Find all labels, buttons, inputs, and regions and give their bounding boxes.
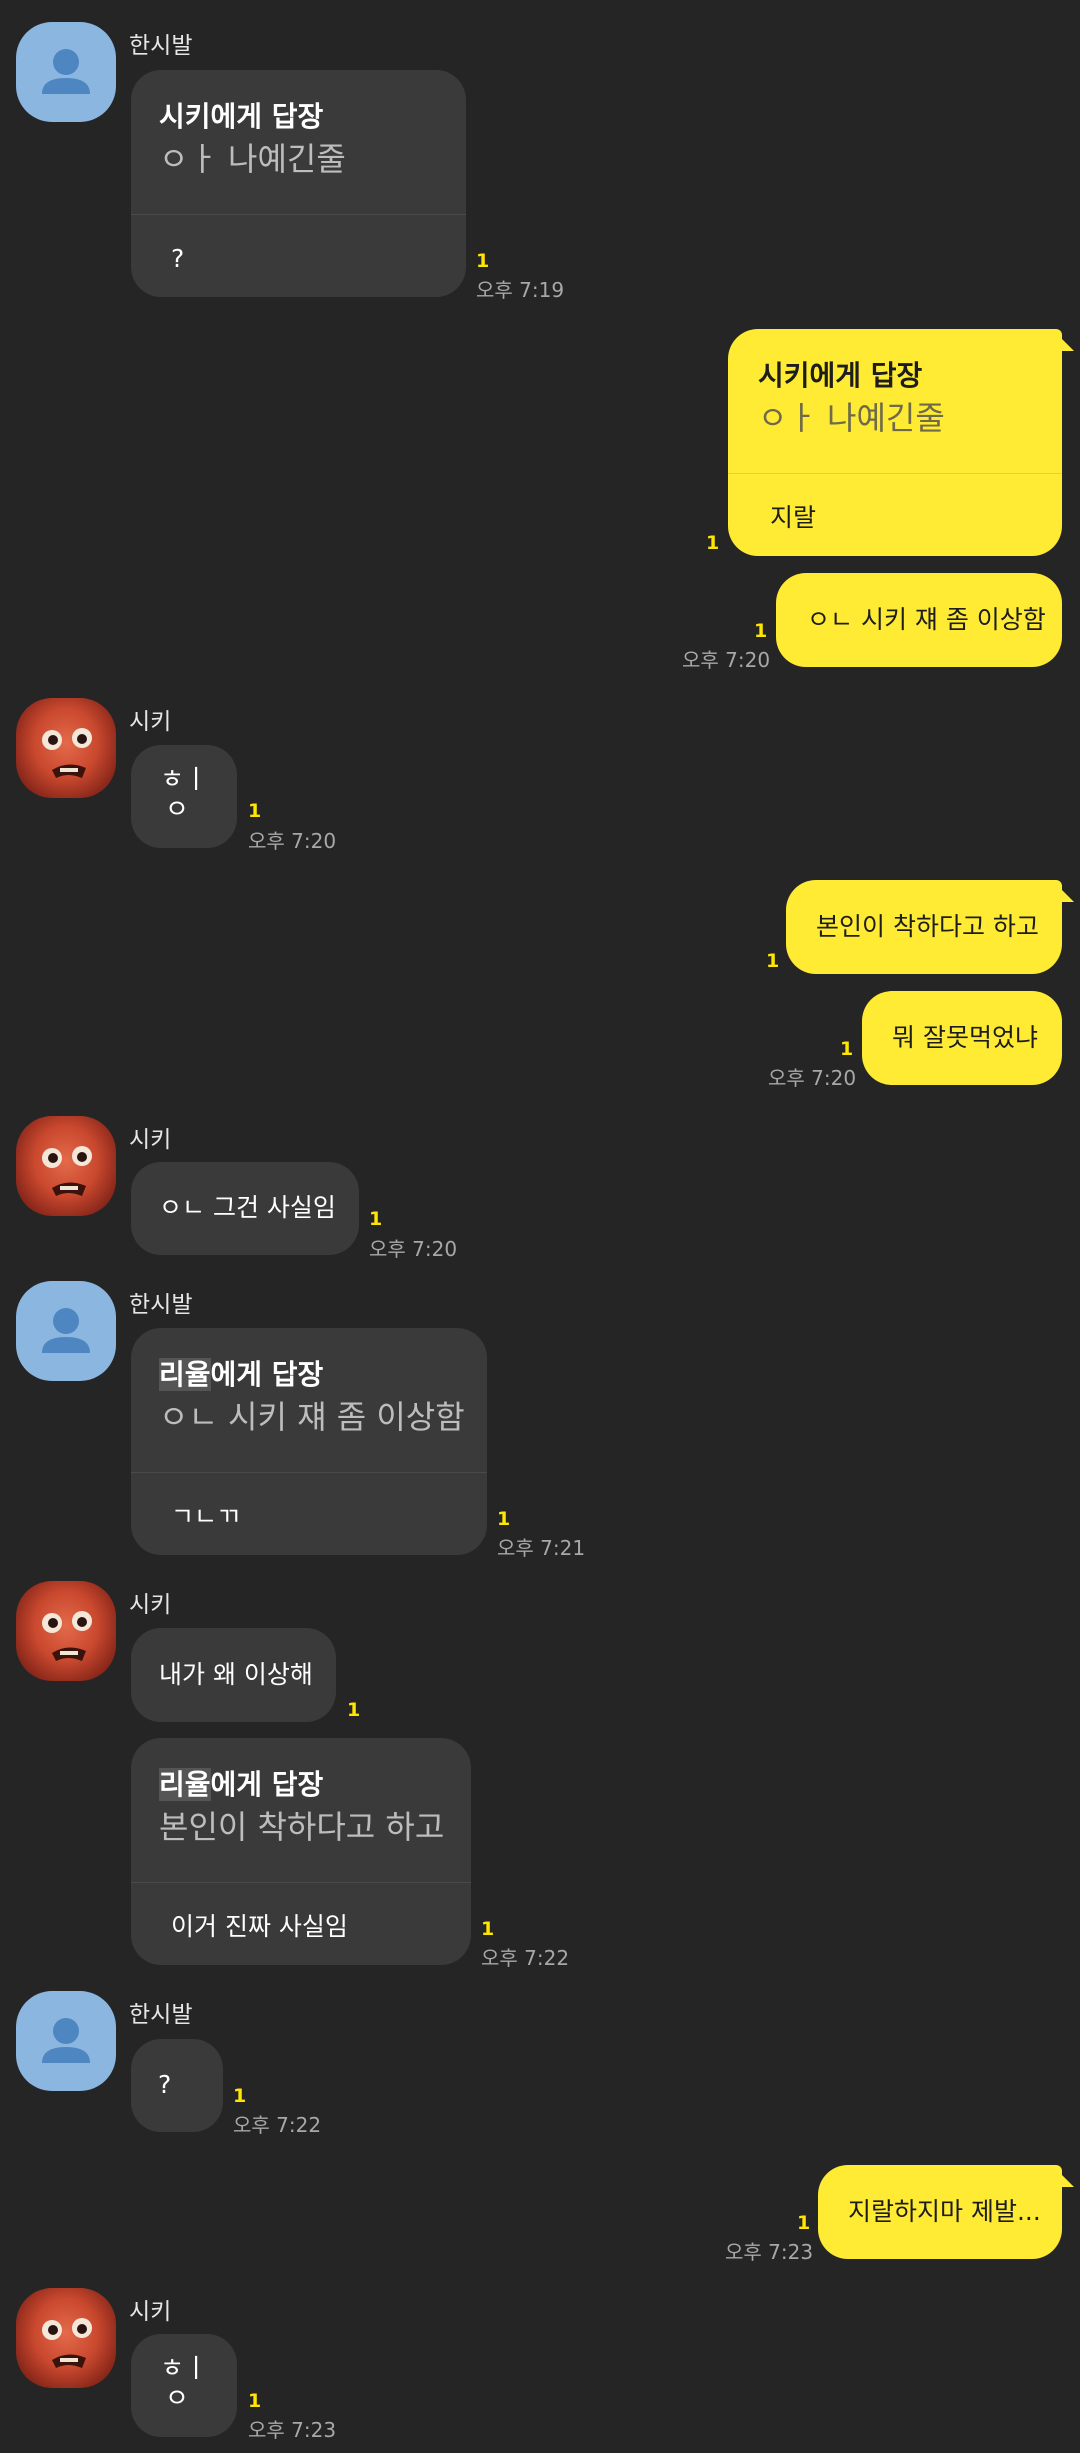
reply-target: 시키에게 답장 — [159, 100, 324, 133]
message-text: ㅇㄴ 시키 쟤 좀 이상함 — [807, 605, 1046, 634]
incoming-message-bubble[interactable]: ㅎㅣ ㅇ — [131, 745, 237, 848]
bubble-tail — [1052, 2165, 1074, 2187]
sender-name: 한시발 — [129, 2002, 193, 2028]
quoted-text: ㅇㄴ 시키 쟤 좀 이상함 — [159, 1398, 465, 1436]
reply-target: 리율에게 답장 — [159, 1768, 323, 1802]
reply-message-bubble[interactable]: 리율에게 답장 본인이 착하다고 하고 이거 진짜 사실임 — [131, 1738, 471, 1965]
message-time: 오후 7:23 — [725, 2240, 814, 2264]
message-text: ㅎㅣ — [160, 765, 208, 795]
reply-target: 리율에게 답장 — [159, 1358, 323, 1392]
message-time: 오후 7:20 — [369, 1237, 458, 1261]
profile-photo — [42, 728, 92, 778]
unread-count: 1 — [766, 950, 780, 972]
incoming-message-bubble[interactable]: ㅇㄴ 그건 사실임 — [131, 1162, 359, 1255]
outgoing-message-bubble[interactable]: 뭐 잘못먹었냐 — [862, 991, 1062, 1085]
message-time: 오후 7:20 — [682, 648, 771, 672]
message-text: ? — [158, 2070, 172, 2099]
incoming-message-bubble[interactable]: ㅎㅣ ㅇ — [131, 2334, 237, 2437]
incoming-message-bubble[interactable]: 내가 왜 이상해 — [131, 1628, 336, 1722]
message-time: 오후 7:22 — [481, 1946, 570, 1970]
message-text-line2: ㅇ — [165, 795, 189, 825]
unread-count: 1 — [754, 620, 768, 642]
quoted-text: ㅇㅏ 나예긴줄 — [159, 140, 346, 178]
person-silhouette-icon — [42, 49, 90, 94]
unread-count: 1 — [248, 2390, 262, 2412]
message-text: 이거 진짜 사실임 — [171, 1912, 348, 1941]
message-text-line2: ㅇ — [165, 2384, 189, 2414]
unread-count: 1 — [797, 2212, 811, 2234]
message-text: 본인이 착하다고 하고 — [816, 912, 1039, 941]
message-time: 오후 7:19 — [476, 278, 565, 302]
avatar-siki[interactable] — [16, 1581, 116, 1681]
unread-count: 1 — [481, 1918, 495, 1940]
message-time: 오후 7:20 — [768, 1066, 857, 1090]
person-silhouette-icon — [42, 1308, 90, 1353]
unread-count: 1 — [347, 1699, 361, 1721]
bubble-tail — [1052, 329, 1074, 351]
reply-target: 시키에게 답장 — [758, 359, 923, 392]
profile-photo — [42, 1611, 92, 1661]
message-text: 내가 왜 이상해 — [159, 1660, 313, 1689]
outgoing-reply-bubble[interactable]: 시키에게 답장 ㅇㅏ 나예긴줄 지랄 — [728, 329, 1062, 556]
reply-target-name: 리율 — [159, 1358, 211, 1391]
avatar-siki[interactable] — [16, 2288, 116, 2388]
message-time: 오후 7:21 — [497, 1536, 586, 1560]
unread-count: 1 — [706, 532, 720, 554]
sender-name: 시키 — [129, 1592, 172, 1618]
reply-message-bubble[interactable]: 시키에게 답장 ㅇㅏ 나예긴줄 ? — [131, 70, 466, 297]
unread-count: 1 — [369, 1208, 383, 1230]
reply-divider — [131, 214, 466, 215]
quoted-text: 본인이 착하다고 하고 — [159, 1808, 445, 1846]
outgoing-message-bubble[interactable]: ㅇㄴ 시키 쟤 좀 이상함 — [776, 573, 1062, 667]
quoted-text: ㅇㅏ 나예긴줄 — [758, 399, 945, 437]
reply-target-suffix: 에게 답장 — [210, 1358, 324, 1391]
unread-count: 1 — [497, 1508, 511, 1530]
message-text: 지랄 — [770, 503, 817, 532]
message-text: 뭐 잘못먹었냐 — [892, 1023, 1038, 1052]
message-text: ? — [171, 244, 185, 273]
unread-count: 1 — [476, 250, 490, 272]
message-text: ㅎㅣ — [160, 2354, 208, 2384]
reply-target-name: 리율 — [159, 1768, 211, 1801]
avatar-hansibal[interactable] — [16, 1281, 116, 1381]
avatar-hansibal[interactable] — [16, 1991, 116, 2091]
sender-name: 한시발 — [129, 1292, 193, 1318]
sender-name: 시키 — [129, 709, 172, 735]
unread-count: 1 — [840, 1038, 854, 1060]
person-silhouette-icon — [42, 2018, 90, 2063]
message-text: ㅇㄴ 그건 사실임 — [159, 1193, 336, 1222]
sender-name: 한시발 — [129, 33, 193, 59]
message-time: 오후 7:22 — [233, 2113, 322, 2137]
outgoing-message-bubble[interactable]: 본인이 착하다고 하고 — [786, 880, 1062, 974]
avatar-siki[interactable] — [16, 1116, 116, 1216]
message-text: ㄱㄴㄲ — [171, 1502, 241, 1531]
sender-name: 시키 — [129, 2299, 172, 2325]
outgoing-message-bubble[interactable]: 지랄하지마 제발... — [818, 2165, 1062, 2259]
avatar-hansibal[interactable] — [16, 22, 116, 122]
unread-count: 1 — [233, 2085, 247, 2107]
message-time: 오후 7:23 — [248, 2418, 337, 2442]
avatar-siki[interactable] — [16, 698, 116, 798]
reply-divider — [131, 1882, 471, 1883]
profile-photo — [42, 2318, 92, 2368]
sender-name: 시키 — [129, 1127, 172, 1153]
incoming-message-bubble[interactable]: ? — [131, 2039, 223, 2132]
message-text: 지랄하지마 제발... — [848, 2197, 1041, 2226]
reply-message-bubble[interactable]: 리율에게 답장 ㅇㄴ 시키 쟤 좀 이상함 ㄱㄴㄲ — [131, 1328, 487, 1555]
bubble-tail — [1052, 880, 1074, 902]
profile-photo — [42, 1146, 92, 1196]
reply-divider — [728, 473, 1062, 474]
reply-target-suffix: 에게 답장 — [210, 1768, 324, 1801]
reply-divider — [131, 1472, 487, 1473]
message-time: 오후 7:20 — [248, 829, 337, 853]
unread-count: 1 — [248, 800, 262, 822]
